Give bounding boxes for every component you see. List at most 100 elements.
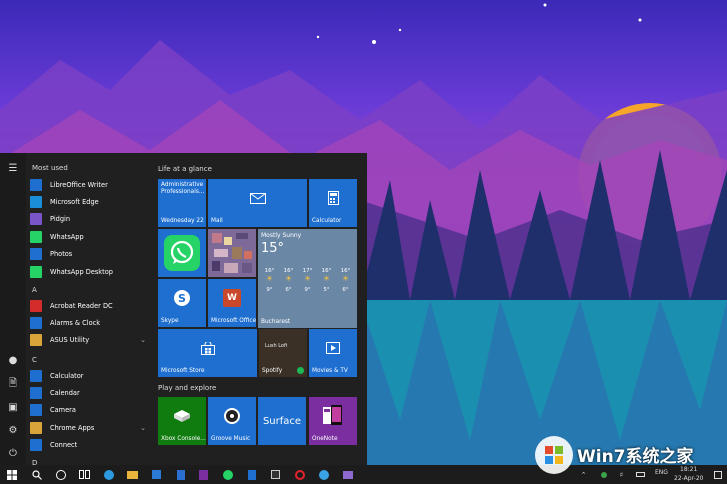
- store-tile[interactable]: Microsoft Store: [158, 329, 257, 377]
- settings-gear-icon[interactable]: ⚙: [6, 423, 20, 437]
- user-account-icon[interactable]: ●: [6, 353, 20, 367]
- whatsapp-tile[interactable]: [158, 229, 206, 277]
- sun-cloud-icon: ☀: [322, 274, 331, 283]
- skype-icon: S: [158, 279, 206, 317]
- app-list-item-label: WhatsApp: [50, 232, 84, 241]
- edge-icon[interactable]: [101, 467, 116, 482]
- spotify-tile[interactable]: Lush Lofi Spotify: [259, 329, 307, 377]
- app-list-item[interactable]: Photos: [30, 247, 148, 262]
- xbox-console-icon: [158, 397, 206, 435]
- spotify-icon: [297, 367, 304, 374]
- office-tile[interactable]: W Microsoft Office: [208, 279, 256, 327]
- letter-header-a[interactable]: A: [32, 286, 37, 294]
- groove-disc-icon: [208, 397, 256, 435]
- document-app-icon[interactable]: [173, 467, 188, 482]
- app-list-item-label: WhatsApp Desktop: [50, 267, 113, 276]
- app-list[interactable]: Most used LibreOffice Writer Microsoft Ed…: [26, 153, 151, 467]
- xbox-console-tile[interactable]: Xbox Console...: [158, 397, 206, 445]
- app-list-item-label: Photos: [50, 250, 73, 259]
- photos-live-tile[interactable]: [208, 229, 256, 277]
- calculator-tile[interactable]: Calculator: [309, 179, 357, 227]
- watermark-logo: Win7系统之家: [527, 432, 727, 484]
- onenote-phone-icon: [309, 397, 357, 435]
- forecast-low: 9°: [266, 287, 273, 293]
- sun-cloud-icon: ☀: [284, 274, 293, 283]
- forecast-low: 9°: [304, 287, 311, 293]
- cortana-icon[interactable]: [53, 467, 68, 482]
- onenote-icon[interactable]: [196, 467, 211, 482]
- windows-orb-icon: [535, 436, 573, 474]
- forecast-low: 6°: [342, 287, 349, 293]
- store-label: Microsoft Store: [161, 368, 205, 374]
- movies-tv-label: Movies & TV: [312, 368, 348, 374]
- chevron-down-icon[interactable]: ⌄: [140, 336, 146, 344]
- forecast-low: 6°: [285, 287, 292, 293]
- start-rail: ☰ ● 🗎 ▣ ⚙ ⏻: [0, 153, 26, 465]
- app-list-item[interactable]: WhatsApp Desktop: [30, 264, 148, 279]
- app-list-item[interactable]: Pidgin: [30, 212, 148, 227]
- app-list-item[interactable]: Chrome Apps ⌄: [30, 420, 148, 435]
- libreoffice-icon[interactable]: [244, 467, 259, 482]
- app-list-item-label: Microsoft Edge: [50, 197, 99, 206]
- power-icon[interactable]: ⏻: [6, 446, 20, 460]
- folder-icon: [30, 421, 42, 434]
- skype-tile[interactable]: S Skype: [158, 279, 206, 327]
- app-list-item-label: ASUS Utility: [50, 336, 90, 345]
- chevron-down-icon[interactable]: ⌄: [140, 424, 146, 432]
- weather-tile[interactable]: Mostly Sunny 15° 16° ☀ 9° 16° ☀ 6° 17° ☀ 9° 16° ☀ 5…: [258, 229, 357, 328]
- whatsapp-icon: [164, 235, 200, 271]
- app-list-item[interactable]: WhatsApp: [30, 229, 148, 244]
- settings-app-icon[interactable]: [268, 467, 283, 482]
- spotify-playlist-text: Lush Lofi: [265, 343, 288, 349]
- app-list-item-label: Alarms & Clock: [50, 318, 101, 327]
- calculator-icon: [30, 369, 42, 382]
- app-list-item[interactable]: Calculator: [30, 368, 148, 383]
- groove-music-tile[interactable]: Groove Music: [208, 397, 256, 445]
- browser-icon[interactable]: [316, 467, 331, 482]
- app-list-item[interactable]: Alarms & Clock: [30, 315, 148, 330]
- photos-icon: [30, 248, 42, 261]
- spotify-label: Spotify: [262, 368, 283, 374]
- forecast-day: 16° ☀ 5°: [317, 267, 336, 294]
- app-list-item[interactable]: Camera: [30, 403, 148, 418]
- file-explorer-icon[interactable]: [125, 467, 140, 482]
- life-at-a-glance-header: Life at a glance: [158, 165, 212, 173]
- app-icon[interactable]: [340, 467, 355, 482]
- search-icon[interactable]: [29, 467, 44, 482]
- office-icon: W: [208, 279, 256, 317]
- whatsapp-icon[interactable]: [220, 467, 235, 482]
- alarm-clock-icon: [30, 316, 42, 329]
- app-list-item[interactable]: Microsoft Edge: [30, 194, 148, 209]
- app-list-item[interactable]: Connect: [30, 438, 148, 453]
- app-list-item-label: Pidgin: [50, 215, 71, 224]
- weather-city: Bucharest: [261, 319, 291, 325]
- pictures-icon[interactable]: ▣: [6, 400, 20, 414]
- documents-icon[interactable]: 🗎: [6, 377, 20, 391]
- calendar-day-label: Wednesday 22: [161, 218, 204, 224]
- store-icon[interactable]: [149, 467, 164, 482]
- onenote-tile[interactable]: OneNote: [309, 397, 357, 445]
- task-view-icon[interactable]: [77, 467, 92, 482]
- hamburger-menu-icon[interactable]: ☰: [6, 161, 20, 175]
- onenote-label: OneNote: [312, 436, 338, 442]
- app-list-item-label: Acrobat Reader DC: [50, 301, 113, 310]
- whatsapp-icon: [30, 265, 42, 278]
- mail-icon: [208, 179, 307, 217]
- mail-tile[interactable]: Mail: [208, 179, 307, 227]
- app-list-item[interactable]: ASUS Utility ⌄: [30, 333, 148, 348]
- calendar-tile[interactable]: Administrative Professionals... Wednesda…: [158, 179, 206, 227]
- surface-tile[interactable]: Surface: [258, 397, 306, 445]
- movies-tv-tile[interactable]: Movies & TV: [309, 329, 357, 377]
- play-and-explore-header: Play and explore: [158, 384, 217, 392]
- forecast-low: 5°: [323, 287, 330, 293]
- letter-header-c[interactable]: C: [32, 356, 37, 364]
- windows-start-icon[interactable]: [4, 467, 19, 482]
- store-bag-icon: [158, 329, 257, 367]
- app-list-item[interactable]: Calendar: [30, 385, 148, 400]
- forecast-day: 17° ☀ 9°: [298, 267, 317, 294]
- skype-label: Skype: [161, 318, 179, 324]
- forecast-day: 16° ☀ 6°: [279, 267, 298, 294]
- opera-icon[interactable]: [292, 467, 307, 482]
- app-list-item[interactable]: Acrobat Reader DC: [30, 298, 148, 313]
- app-list-item[interactable]: LibreOffice Writer: [30, 177, 148, 192]
